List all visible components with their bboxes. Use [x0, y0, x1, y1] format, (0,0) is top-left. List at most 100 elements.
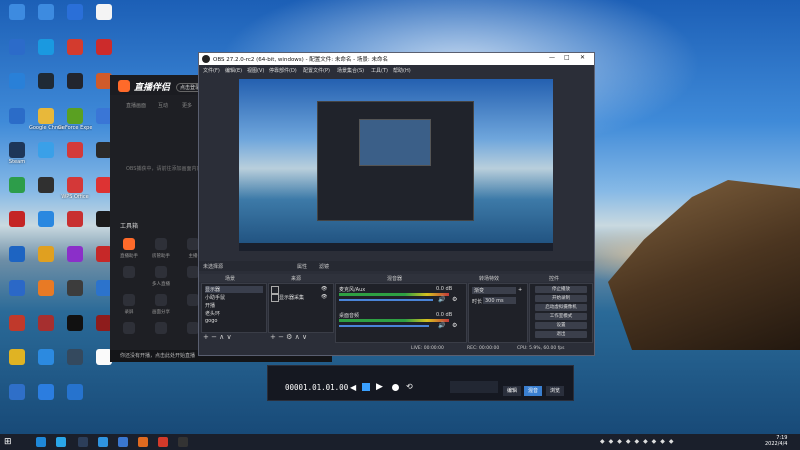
desktop-app-icon: [67, 4, 83, 20]
menu-tools[interactable]: 工具(T): [371, 67, 388, 74]
taskbar-app-icon[interactable]: [98, 437, 108, 447]
scene-item[interactable]: 小助手鼠: [205, 294, 263, 301]
source-visibility-icon[interactable]: [271, 294, 279, 302]
scene-item[interactable]: gogo: [205, 318, 263, 324]
obs-titlebar[interactable]: OBS 27.2.0-rc2 (64-bit, windows) - 配置文件:…: [199, 53, 594, 65]
desktop-app-icon: [67, 107, 83, 124]
toolbox-item-label: 画面分享: [152, 310, 170, 315]
obs-preview[interactable]: [239, 79, 553, 251]
menu-edit[interactable]: 编辑(E): [225, 67, 242, 74]
sources-dock-title: 来源: [291, 276, 302, 282]
cpu-status: CPU: 5.9%, 60.00 fps: [517, 346, 565, 351]
record-icon[interactable]: [392, 384, 399, 391]
properties-button[interactable]: 属性: [297, 263, 307, 270]
timecode-display: 00001.01.01.00: [285, 383, 349, 392]
mix-button[interactable]: 混音: [524, 386, 542, 396]
toolbox-item[interactable]: 录屏: [114, 294, 144, 315]
menu-view[interactable]: 视图(V): [247, 67, 264, 74]
filters-button[interactable]: 滤镜: [319, 263, 329, 270]
tab-live-scene[interactable]: 直播画面: [126, 102, 146, 109]
desktop-app-icon: [67, 245, 83, 262]
controls-dock: 停止播放开始录制启动虚拟摄像机 工作室模式设置退出: [529, 283, 593, 343]
control-button[interactable]: 开始录制: [535, 295, 587, 302]
taskbar-clock[interactable]: 7:19 2022/4/4: [765, 435, 787, 447]
start-button-icon[interactable]: ⊞: [4, 437, 12, 447]
control-button[interactable]: 工作室模式: [535, 313, 587, 320]
toolbox-item-icon: [155, 238, 167, 250]
stop-icon[interactable]: [362, 383, 370, 391]
desktop-app-icon: [67, 314, 83, 331]
toolbox-item[interactable]: 房管助手: [146, 238, 176, 259]
scene-add-remove-icons[interactable]: + − ∧ ∨: [203, 333, 232, 341]
volume-slider-0[interactable]: [339, 299, 433, 301]
toolbox-item[interactable]: 多人直播: [146, 266, 176, 287]
menu-file[interactable]: 文件(F): [203, 67, 220, 74]
toolbox-item[interactable]: 画面分享: [146, 294, 176, 315]
menu-docks[interactable]: 停靠部件(D): [269, 67, 297, 74]
scene-item[interactable]: 开播: [205, 302, 263, 309]
eye-icon[interactable]: 👁: [321, 286, 327, 292]
speaker-icon[interactable]: 🔊: [438, 296, 445, 303]
toolbox-item[interactable]: 直播助手: [114, 238, 144, 259]
scenes-dock: 显示器 小助手鼠 开播 老头环 gogo: [201, 283, 267, 333]
rewind-icon[interactable]: ◀: [350, 383, 356, 392]
menu-scene-collection[interactable]: 场景集合(S): [337, 67, 364, 74]
desktop-app-icon: [9, 211, 25, 227]
toolbox-item[interactable]: [114, 322, 144, 337]
scene-item[interactable]: 显示器: [205, 286, 263, 293]
tab-more[interactable]: 更多: [182, 102, 192, 109]
control-button[interactable]: 启动虚拟摄像机: [535, 304, 587, 311]
desktop-icon[interactable]: [87, 2, 121, 36]
toolbox-item[interactable]: [146, 322, 176, 337]
control-button[interactable]: 停止播放: [535, 286, 587, 293]
desktop-icon[interactable]: [87, 37, 121, 71]
source-visibility-icon[interactable]: [271, 286, 279, 294]
taskbar-app-icon[interactable]: [56, 437, 66, 447]
gear-icon[interactable]: ⚙: [452, 296, 457, 303]
mixer-track-db: 0.0 dB: [436, 312, 453, 318]
menu-help[interactable]: 帮助(H): [393, 67, 411, 74]
desktop-app-icon: [38, 314, 54, 331]
edge-icon[interactable]: [36, 437, 46, 447]
taskbar-app-icon[interactable]: [158, 437, 168, 447]
taskbar-app-icon[interactable]: [138, 437, 148, 447]
taskbar-app-icon[interactable]: [118, 437, 128, 447]
duration-input[interactable]: 300 ms: [483, 297, 516, 304]
system-tray-icons[interactable]: ◆◆◆◆◆◆◆◆◆: [600, 438, 678, 445]
desktop-app-icon: [9, 176, 25, 193]
desktop-app-icon: [9, 245, 25, 262]
loop-icon[interactable]: ⟲: [406, 382, 413, 391]
eye-icon[interactable]: 👁: [321, 294, 327, 300]
mixer-track-db: 0.0 dB: [436, 286, 453, 292]
duration-value: 300 ms: [485, 298, 504, 304]
play-icon[interactable]: ▶: [376, 382, 383, 392]
gear-icon[interactable]: ⚙: [452, 322, 457, 329]
minimize-icon[interactable]: —: [549, 54, 555, 61]
toolbox-item-label: 录屏: [124, 310, 134, 315]
clock-date: 2022/4/4: [765, 441, 788, 447]
desktop-app-icon: [38, 349, 54, 365]
steam-icon[interactable]: [78, 437, 88, 447]
menu-profile[interactable]: 配置文件(P): [303, 67, 330, 74]
obs-taskbar-icon[interactable]: [178, 437, 188, 447]
desktop-app-icon: [38, 73, 54, 89]
source-item[interactable]: 显示器采集: [279, 294, 304, 301]
control-button[interactable]: 退出: [535, 331, 587, 338]
desktop-app-icon: [38, 211, 54, 227]
control-button[interactable]: 设置: [535, 322, 587, 329]
tab-interaction[interactable]: 互动: [158, 102, 168, 109]
transition-select[interactable]: 渐变: [472, 287, 516, 294]
toolbox-item-icon: [155, 294, 167, 306]
plus-icon[interactable]: +: [518, 287, 522, 293]
browse-button[interactable]: 浏览: [546, 386, 564, 396]
volume-slider-1[interactable]: [339, 325, 429, 327]
close-icon[interactable]: ✕: [580, 54, 585, 61]
speaker-icon[interactable]: 🔊: [438, 322, 445, 329]
source-add-remove-icons[interactable]: + − ⚙ ∧ ∨: [270, 333, 307, 341]
toolbox-item[interactable]: [114, 266, 144, 281]
desktop-icon[interactable]: [58, 382, 92, 416]
daw-meter-display: [450, 381, 498, 393]
edit-button[interactable]: 编辑: [503, 386, 521, 396]
scene-item[interactable]: 老头环: [205, 310, 263, 317]
maximize-icon[interactable]: □: [564, 54, 570, 61]
